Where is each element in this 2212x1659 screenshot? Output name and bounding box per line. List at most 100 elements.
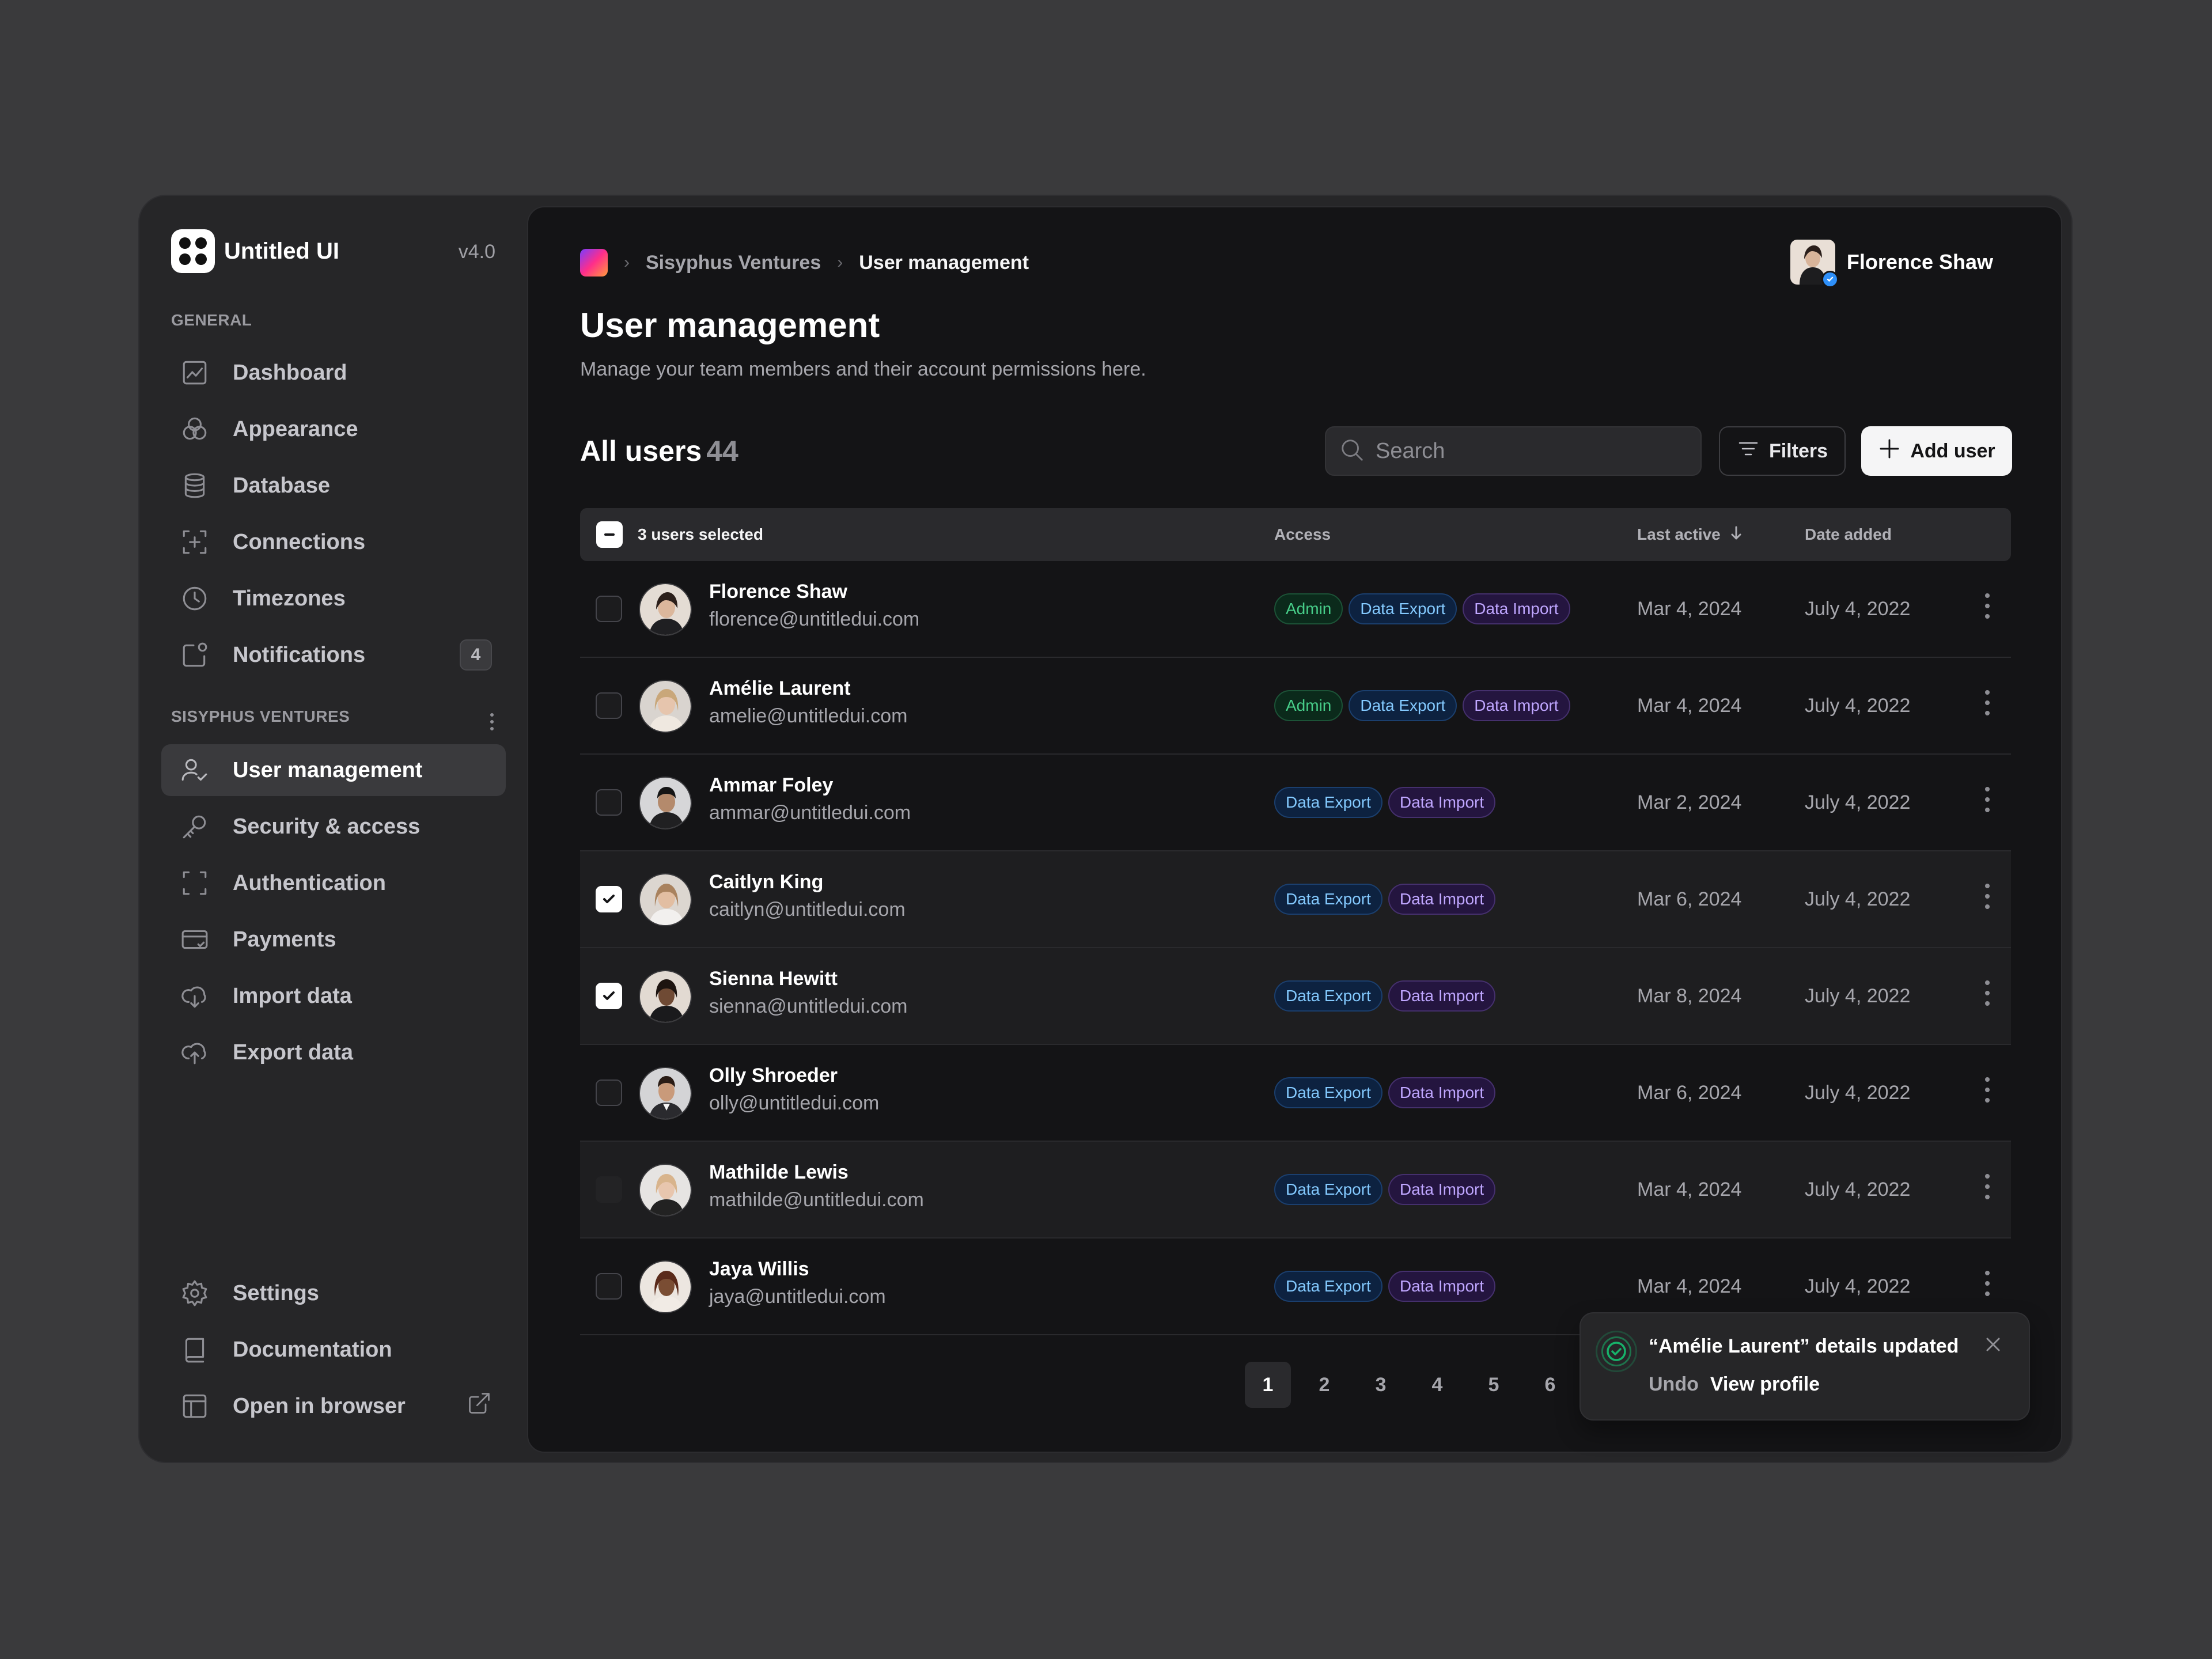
page-button[interactable]: 6 — [1527, 1362, 1573, 1408]
row-menu-kebab-icon[interactable] — [1979, 787, 1996, 819]
filters-button[interactable]: Filters — [1719, 426, 1846, 476]
layout-icon — [180, 1391, 210, 1421]
sidebar-item-payments[interactable]: Payments — [161, 914, 506, 965]
toast-title: “Amélie Laurent” details updated — [1649, 1335, 1959, 1357]
badge-data-import: Data Import — [1388, 1077, 1496, 1108]
row-checkbox[interactable] — [596, 692, 622, 719]
chevron-right-icon: › — [624, 253, 630, 272]
undo-button[interactable]: Undo — [1649, 1373, 1699, 1396]
row-menu-kebab-icon[interactable] — [1979, 1077, 1996, 1109]
row-checkbox[interactable] — [596, 1176, 622, 1203]
avatar — [639, 583, 692, 636]
brand-name: Untitled UI — [224, 238, 339, 264]
sidebar-item-settings[interactable]: Settings — [161, 1267, 506, 1319]
sidebar-item-export-data[interactable]: Export data — [161, 1027, 506, 1078]
badge-data-export: Data Export — [1274, 1271, 1382, 1302]
sidebar-item-notifications[interactable]: Notifications 4 — [161, 629, 506, 681]
sidebar-item-security[interactable]: Security & access — [161, 801, 506, 853]
breadcrumb-current[interactable]: User management — [859, 252, 1029, 274]
sidebar-item-authentication[interactable]: Authentication — [161, 857, 506, 909]
sidebar-item-label: User management — [233, 757, 423, 782]
page-button[interactable]: 2 — [1301, 1362, 1347, 1408]
row-menu-kebab-icon[interactable] — [1979, 593, 1996, 626]
badge-data-import: Data Import — [1388, 1271, 1496, 1302]
sidebar-item-database[interactable]: Database — [161, 460, 506, 512]
table-row[interactable]: Ammar Foley ammar@untitledui.com Data Ex… — [580, 755, 2011, 851]
add-user-button[interactable]: Add user — [1861, 426, 2012, 476]
breadcrumb-org[interactable]: Sisyphus Ventures — [646, 252, 821, 274]
avatar — [639, 777, 692, 830]
badge-data-import: Data Import — [1388, 1174, 1496, 1205]
row-checkbox[interactable] — [596, 983, 622, 1009]
page-button[interactable]: 3 — [1358, 1362, 1404, 1408]
sidebar-item-documentation[interactable]: Documentation — [161, 1324, 506, 1376]
verified-icon — [1821, 271, 1839, 288]
user-name: Caitlyn King — [709, 871, 824, 893]
sidebar-item-label: Appearance — [233, 416, 358, 441]
row-checkbox[interactable] — [596, 886, 622, 912]
sidebar-item-connections[interactable]: Connections — [161, 516, 506, 568]
section-label-general: GENERAL — [171, 311, 252, 329]
select-all-checkbox[interactable] — [596, 521, 623, 548]
access-badges: Data Export Data Import — [1274, 980, 1496, 1012]
table-row[interactable]: Mathilde Lewis mathilde@untitledui.com D… — [580, 1142, 2011, 1238]
access-badges: Data Export Data Import — [1274, 787, 1496, 818]
user-email: amelie@untitledui.com — [709, 705, 908, 727]
row-menu-kebab-icon[interactable] — [1979, 690, 1996, 722]
page-button[interactable]: 5 — [1471, 1362, 1517, 1408]
access-badges: Data Export Data Import — [1274, 1174, 1496, 1205]
date-added: July 4, 2022 — [1805, 985, 1911, 1007]
org-logo[interactable] — [580, 249, 608, 276]
close-icon[interactable] — [1983, 1334, 2006, 1357]
row-checkbox[interactable] — [596, 1273, 622, 1300]
plus-icon — [1878, 437, 1910, 465]
table-row[interactable]: Amélie Laurent amelie@untitledui.com Adm… — [580, 658, 2011, 755]
view-profile-button[interactable]: View profile — [1710, 1373, 1820, 1396]
sidebar-item-label: Export data — [233, 1040, 354, 1065]
scan-icon — [180, 868, 210, 898]
profile-name: Florence Shaw — [1846, 250, 1993, 274]
search-input[interactable] — [1376, 438, 1675, 464]
sidebar-item-label: Timezones — [233, 586, 346, 611]
cloud-upload-icon — [180, 1037, 210, 1067]
page-button-current[interactable]: 1 — [1245, 1362, 1291, 1408]
table-row[interactable]: Caitlyn King caitlyn@untitledui.com Data… — [580, 851, 2011, 948]
cloud-download-icon — [180, 981, 210, 1011]
row-menu-kebab-icon[interactable] — [1979, 1174, 1996, 1206]
table-row[interactable]: Sienna Hewitt sienna@untitledui.com Data… — [580, 948, 2011, 1045]
users-count: 44 — [706, 435, 738, 467]
last-active: Mar 6, 2024 — [1637, 888, 1742, 910]
user-email: olly@untitledui.com — [709, 1092, 880, 1114]
row-checkbox[interactable] — [596, 596, 622, 622]
gear-icon — [180, 1278, 210, 1308]
selected-count-label: 3 users selected — [638, 525, 763, 543]
filter-lines-icon — [1737, 437, 1769, 465]
date-added: July 4, 2022 — [1805, 1179, 1911, 1200]
page-button[interactable]: 4 — [1414, 1362, 1460, 1408]
org-menu-kebab-icon[interactable] — [486, 713, 498, 736]
access-badges: Data Export Data Import — [1274, 1077, 1496, 1108]
sidebar-item-import-data[interactable]: Import data — [161, 970, 506, 1022]
sidebar-item-open-in-browser[interactable]: Open in browser — [161, 1380, 506, 1432]
sidebar-item-appearance[interactable]: Appearance — [161, 403, 506, 455]
brand[interactable]: Untitled UI — [171, 229, 339, 273]
col-header-date-added[interactable]: Date added — [1805, 508, 1892, 561]
row-checkbox[interactable] — [596, 1080, 622, 1106]
table-row[interactable]: Olly Shroeder olly@untitledui.com Data E… — [580, 1045, 2011, 1142]
row-menu-kebab-icon[interactable] — [1979, 980, 1996, 1013]
table-header: 3 users selected Access Last active Date… — [580, 508, 2011, 561]
col-header-last-active[interactable]: Last active — [1637, 508, 1745, 561]
main-panel: › Sisyphus Ventures › User management Fl… — [527, 206, 2062, 1453]
row-menu-kebab-icon[interactable] — [1979, 884, 1996, 916]
search-field[interactable] — [1325, 426, 1702, 476]
users-icon — [180, 755, 210, 785]
sidebar-item-timezones[interactable]: Timezones — [161, 573, 506, 624]
sidebar-item-user-management[interactable]: User management — [161, 744, 506, 796]
row-checkbox[interactable] — [596, 789, 622, 816]
badge-data-export: Data Export — [1349, 690, 1457, 721]
row-menu-kebab-icon[interactable] — [1979, 1271, 1996, 1303]
sidebar-item-dashboard[interactable]: Dashboard — [161, 347, 506, 399]
user-profile[interactable]: Florence Shaw — [1790, 240, 1993, 288]
add-user-label: Add user — [1910, 440, 1995, 462]
table-row[interactable]: Florence Shaw florence@untitledui.com Ad… — [580, 561, 2011, 658]
